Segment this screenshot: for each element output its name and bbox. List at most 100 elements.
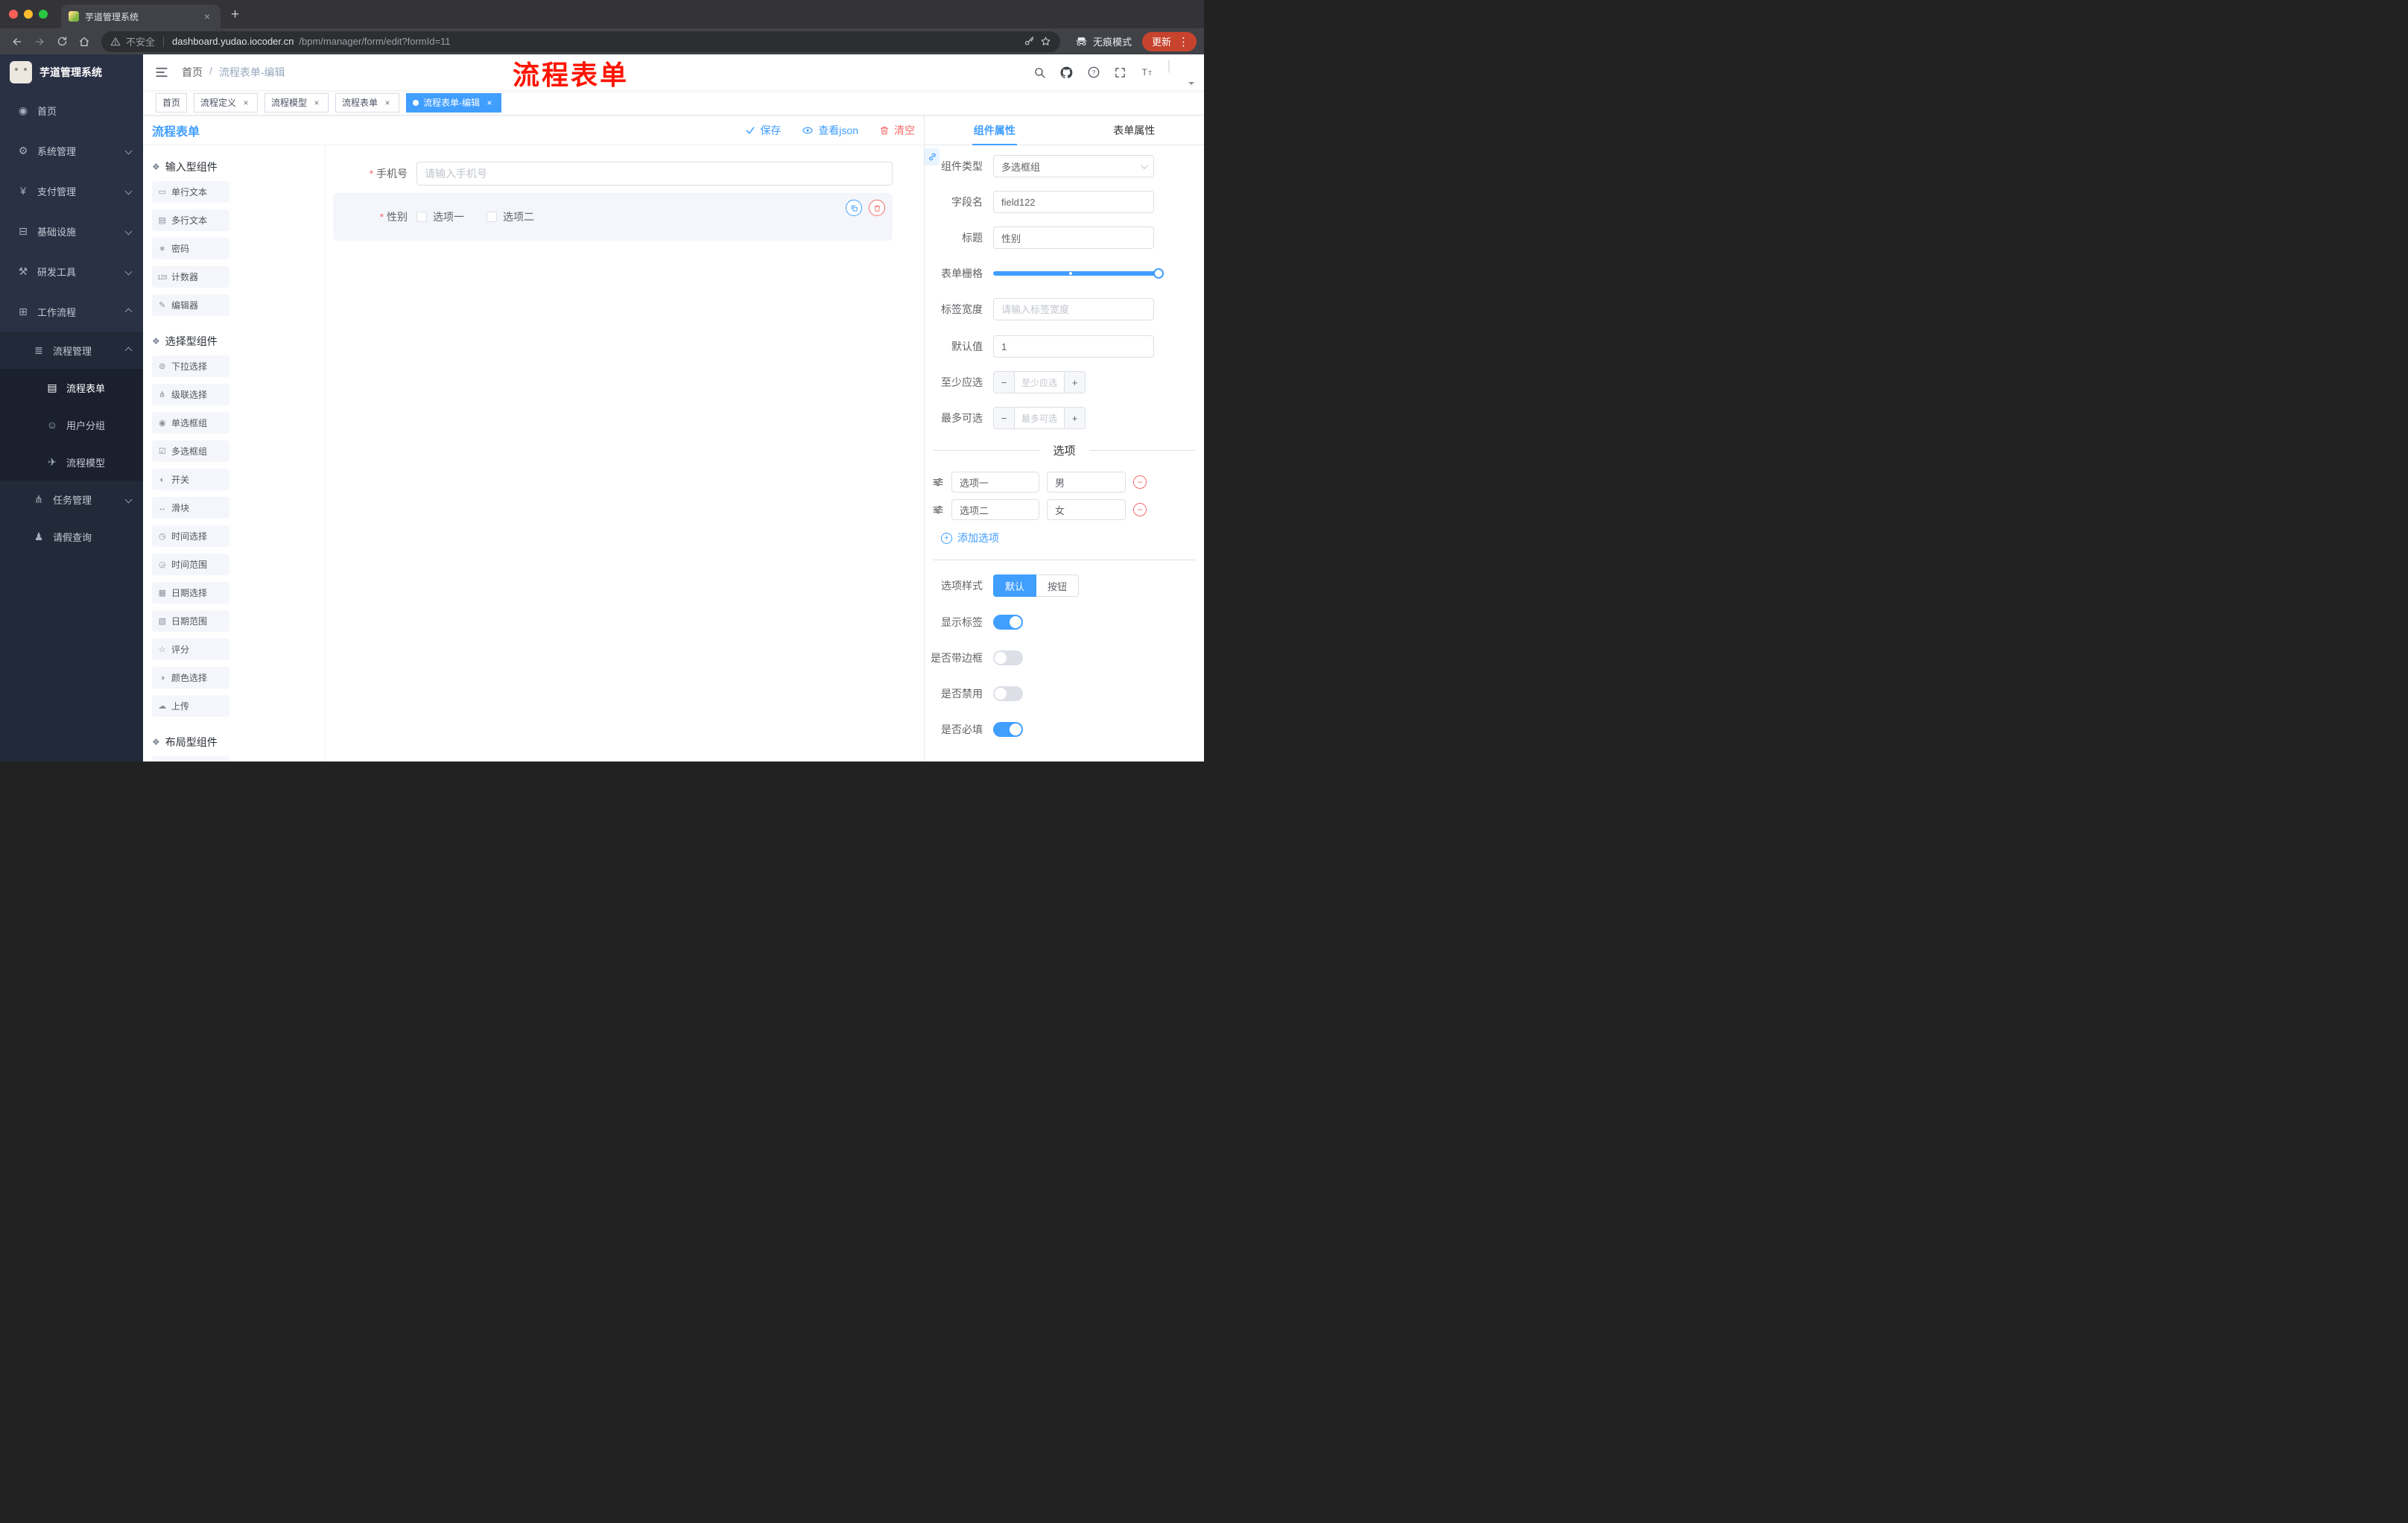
- gender-option2-label[interactable]: 选项二: [503, 209, 534, 224]
- canvas-field-gender-selected[interactable]: 性别 选项一 选项二: [333, 193, 893, 241]
- tag-process-definition[interactable]: 流程定义: [194, 92, 259, 113]
- palette-item-switch[interactable]: ◐ 开关: [152, 469, 229, 490]
- show-label-switch[interactable]: [993, 615, 1023, 630]
- plus-button[interactable]: [1064, 372, 1085, 393]
- back-icon[interactable]: [7, 32, 27, 51]
- palette-item-multi-line-text[interactable]: ▤ 多行文本: [152, 209, 229, 231]
- sidebar-item-workflow[interactable]: ⊞ 工作流程: [0, 291, 143, 332]
- field-name-input[interactable]: [993, 191, 1154, 213]
- sidebar-item-home[interactable]: ◉ 首页: [0, 90, 143, 130]
- palette-item-cascader[interactable]: ⋔ 级联选择: [152, 384, 229, 405]
- palette-item-rate[interactable]: ☆ 评分: [152, 639, 229, 660]
- grid-slider[interactable]: [993, 262, 1164, 285]
- help-icon[interactable]: ?: [1087, 66, 1100, 79]
- link-icon[interactable]: [925, 148, 940, 165]
- search-icon[interactable]: [1033, 66, 1046, 79]
- browser-menu-icon[interactable]: [1178, 35, 1189, 48]
- palette-item-color-picker[interactable]: ◑ 颜色选择: [152, 667, 229, 688]
- option-value-input[interactable]: [1047, 499, 1126, 520]
- copy-component-button[interactable]: [846, 200, 862, 216]
- zoom-window-button[interactable]: [39, 10, 48, 19]
- forward-icon[interactable]: [30, 32, 49, 51]
- close-icon[interactable]: [382, 98, 393, 108]
- drag-handle-icon[interactable]: [932, 476, 944, 488]
- address-bar[interactable]: 不安全 dashboard.yudao.iocoder.cn /bpm/mana…: [101, 31, 1060, 52]
- new-tab-button[interactable]: +: [231, 7, 239, 22]
- sidebar-item-system[interactable]: ⚙ 系统管理: [0, 130, 143, 171]
- remove-option-icon[interactable]: [1133, 475, 1147, 489]
- close-icon[interactable]: [311, 98, 322, 108]
- delete-component-button[interactable]: [869, 200, 885, 216]
- palette-item-date-range[interactable]: ▧ 日期范围: [152, 610, 229, 632]
- reload-icon[interactable]: [52, 32, 72, 51]
- security-label[interactable]: 不安全: [126, 34, 155, 48]
- sidebar-item-process-management[interactable]: ≣ 流程管理: [0, 332, 143, 369]
- sidebar-item-leave-query[interactable]: ♟ 请假查询: [0, 518, 143, 555]
- sidebar-item-payment[interactable]: ¥ 支付管理: [0, 171, 143, 211]
- component-type-select[interactable]: 多选框组: [993, 155, 1154, 177]
- max-count-stepper[interactable]: 最多可选: [993, 407, 1086, 429]
- close-icon[interactable]: [241, 98, 251, 108]
- update-button[interactable]: 更新: [1141, 31, 1197, 51]
- password-key-icon[interactable]: [1024, 36, 1035, 47]
- plus-button[interactable]: [1064, 408, 1085, 428]
- minimize-window-button[interactable]: [24, 10, 33, 19]
- palette-item-editor[interactable]: ✎ 编辑器: [152, 294, 229, 316]
- github-icon[interactable]: [1059, 66, 1074, 80]
- tab-form-props[interactable]: 表单属性: [1065, 115, 1205, 145]
- palette-item-checkbox-group[interactable]: ☑ 多选框组: [152, 440, 229, 462]
- close-icon[interactable]: [484, 98, 495, 108]
- tag-process-form-edit[interactable]: 流程表单-编辑: [406, 92, 502, 113]
- save-button[interactable]: 保存: [745, 123, 781, 138]
- user-avatar[interactable]: [1168, 60, 1194, 85]
- tab-component-props[interactable]: 组件属性: [925, 115, 1065, 145]
- option-value-input[interactable]: [1047, 472, 1126, 493]
- gender-option2-checkbox[interactable]: [487, 212, 497, 222]
- hamburger-menu-icon[interactable]: [155, 66, 168, 79]
- minus-button[interactable]: [994, 408, 1015, 428]
- palette-item-password[interactable]: ∗ 密码: [152, 238, 229, 259]
- gender-option1-label[interactable]: 选项一: [433, 209, 464, 224]
- palette-item-counter[interactable]: 123 计数器: [152, 266, 229, 288]
- browser-tab[interactable]: 芋道管理系统: [61, 4, 221, 28]
- palette-item-slider[interactable]: ↔ 滑块: [152, 497, 229, 519]
- fullscreen-icon[interactable]: [1114, 66, 1127, 79]
- view-json-button[interactable]: 查看json: [802, 123, 858, 138]
- add-option-button[interactable]: 添加选项: [941, 531, 1204, 545]
- gender-option1-checkbox[interactable]: [416, 212, 427, 222]
- option-label-input[interactable]: [951, 472, 1039, 493]
- tab-close-icon[interactable]: [201, 10, 213, 22]
- tag-process-form[interactable]: 流程表单: [335, 92, 400, 113]
- style-button-button[interactable]: 按钮: [1036, 574, 1080, 597]
- palette-item-single-line-text[interactable]: ▭ 单行文本: [152, 181, 229, 203]
- label-width-input[interactable]: [993, 298, 1154, 320]
- sidebar-item-process-form[interactable]: ▤ 流程表单: [0, 369, 143, 406]
- canvas-field-phone[interactable]: 手机号: [333, 162, 893, 186]
- option-label-input[interactable]: [951, 499, 1039, 520]
- font-size-icon[interactable]: TT: [1140, 66, 1155, 79]
- form-canvas[interactable]: 手机号 性别 选项一 选项二: [326, 145, 924, 762]
- bookmark-star-icon[interactable]: [1040, 36, 1051, 47]
- tag-process-model[interactable]: 流程模型: [264, 92, 329, 113]
- sidebar-item-process-model[interactable]: ✈ 流程模型: [0, 443, 143, 481]
- slider-handle[interactable]: [1153, 268, 1164, 279]
- phone-input[interactable]: [416, 162, 893, 186]
- sidebar-item-user-group[interactable]: ☺ 用户分组: [0, 406, 143, 443]
- palette-item-row-container[interactable]: ◫行容器: [152, 756, 229, 762]
- sidebar-item-infrastructure[interactable]: ⊟ 基础设施: [0, 211, 143, 251]
- palette-item-time-range[interactable]: ◶ 时间范围: [152, 554, 229, 575]
- minus-button[interactable]: [994, 372, 1015, 393]
- tag-home[interactable]: 首页: [156, 92, 188, 113]
- default-value-input[interactable]: [993, 335, 1154, 358]
- min-count-stepper[interactable]: 至少应选: [993, 371, 1086, 393]
- title-input[interactable]: [993, 227, 1154, 249]
- required-switch[interactable]: [993, 722, 1023, 737]
- palette-item-select[interactable]: ⊚ 下拉选择: [152, 355, 229, 377]
- sidebar-item-task-management[interactable]: ⋔ 任务管理: [0, 481, 143, 518]
- palette-item-upload[interactable]: ☁ 上传: [152, 695, 229, 717]
- palette-item-date-picker[interactable]: ▦ 日期选择: [152, 582, 229, 604]
- style-default-button[interactable]: 默认: [993, 574, 1037, 597]
- remove-option-icon[interactable]: [1133, 503, 1147, 516]
- border-switch[interactable]: [993, 650, 1023, 665]
- close-window-button[interactable]: [9, 10, 18, 19]
